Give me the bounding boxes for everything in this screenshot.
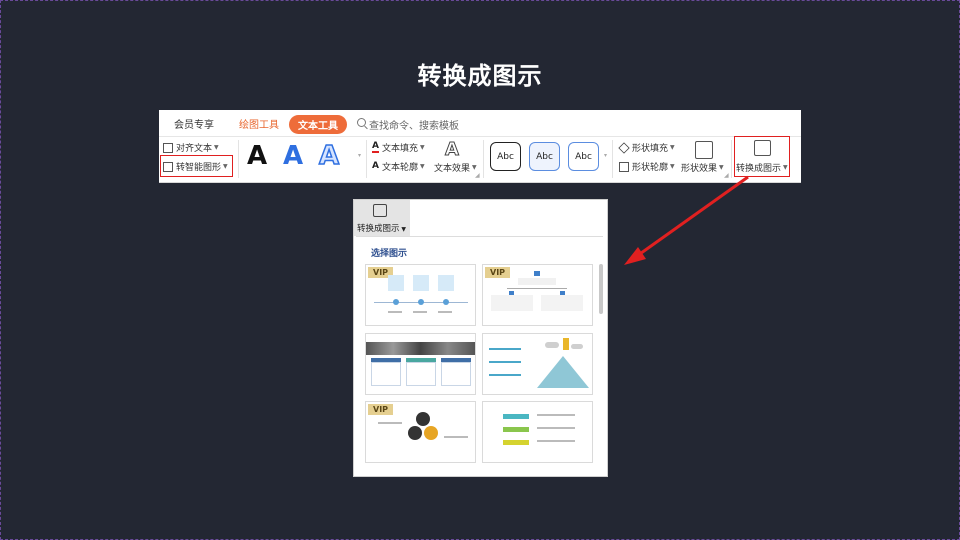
template-thumb-part — [534, 271, 540, 276]
template-thumb-part — [388, 311, 454, 313]
template-thumb-part — [503, 414, 529, 419]
template-thumb-part — [537, 427, 575, 429]
template-card-triangle[interactable]: VIP — [365, 401, 476, 463]
template-card-timeline[interactable]: VIP — [365, 264, 476, 326]
template-thumb-part — [563, 338, 569, 350]
chevron-down-icon: ▼ — [399, 226, 407, 233]
template-thumb-part — [408, 426, 422, 440]
template-card-mountain[interactable] — [482, 333, 593, 395]
template-thumb-part — [416, 412, 430, 426]
template-thumb-part — [509, 291, 514, 295]
template-thumb-part — [518, 278, 556, 285]
vip-badge: VIP — [485, 267, 511, 278]
convert-diagram-dropdown-button[interactable]: 转换成图示 ▼ — [354, 200, 410, 236]
template-thumb-part — [541, 295, 583, 311]
template-thumb-part — [366, 342, 475, 355]
template-thumb-part — [489, 361, 521, 363]
template-thumb-part — [545, 342, 559, 348]
template-thumb-part — [444, 436, 468, 438]
template-card-photo-columns[interactable] — [365, 333, 476, 395]
diagram-dropdown-panel: 转换成图示 ▼ 选择图示 VIP VIP VIP — [354, 200, 607, 476]
dropdown-button-label: 转换成图示 ▼ — [357, 222, 406, 234]
template-thumb-part — [393, 299, 399, 305]
dropdown-button-text: 转换成图示 — [357, 224, 400, 234]
convert-diagram-icon — [373, 204, 387, 217]
template-thumb-part — [371, 362, 401, 386]
template-card-org-chart[interactable]: VIP — [482, 264, 593, 326]
template-thumb-part — [418, 299, 424, 305]
template-thumb-part — [507, 288, 567, 289]
select-diagram-heading: 选择图示 — [371, 249, 408, 259]
template-thumb-part — [571, 344, 583, 349]
template-thumb-part — [537, 440, 575, 442]
template-thumb-part — [378, 422, 402, 424]
panel-scrollbar[interactable] — [599, 264, 603, 314]
template-thumb-part — [406, 362, 436, 386]
panel-divider — [356, 236, 603, 237]
template-thumb-part — [537, 414, 575, 416]
template-thumb-part — [441, 362, 471, 386]
template-thumb-part — [489, 348, 521, 350]
vip-badge: VIP — [368, 404, 394, 415]
template-thumb-part — [388, 275, 404, 291]
template-thumb-part — [503, 440, 529, 445]
template-thumb-part — [424, 426, 438, 440]
template-thumb-part — [438, 275, 454, 291]
template-thumb-part — [537, 356, 589, 388]
template-thumb-part — [489, 374, 521, 376]
template-thumb-part — [503, 427, 529, 432]
template-thumb-part — [491, 295, 533, 311]
template-thumb-part — [560, 291, 565, 295]
template-card-steps[interactable] — [482, 401, 593, 463]
template-thumb-part — [443, 299, 449, 305]
template-thumb-part — [413, 275, 429, 291]
